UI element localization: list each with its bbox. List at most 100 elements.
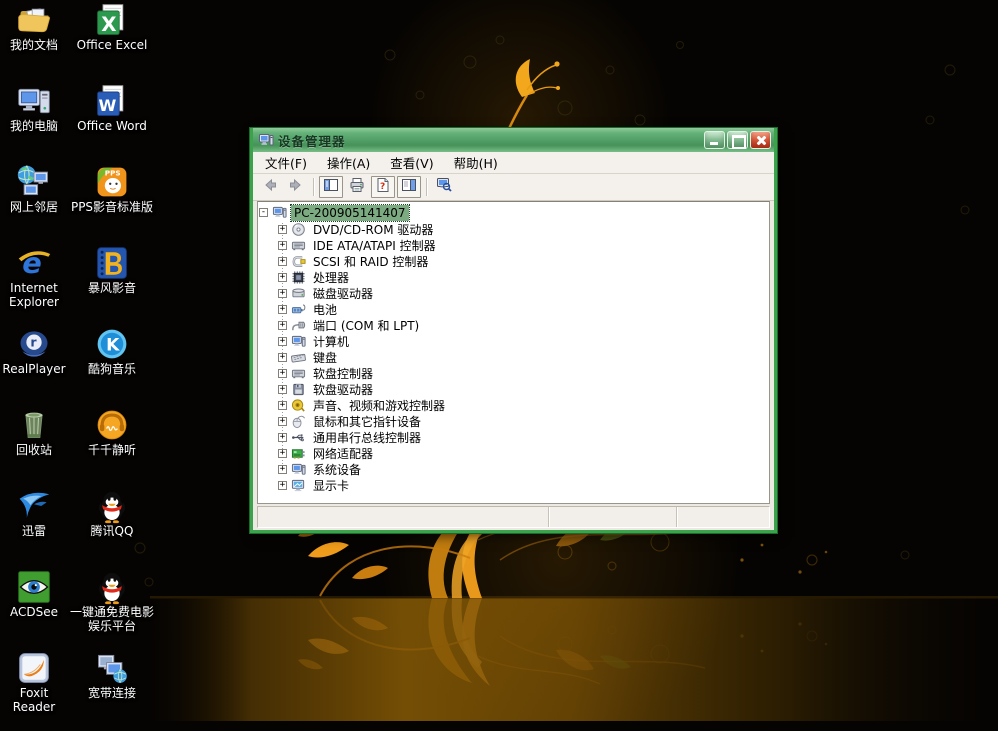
desktop-icon-my-documents[interactable]: 我的文档	[0, 2, 68, 83]
tree-expander[interactable]: +	[278, 353, 287, 362]
desktop-icon-realplayer[interactable]: rRealPlayer	[0, 326, 68, 407]
desktop-icon-thunder[interactable]: 迅雷	[0, 488, 68, 569]
desktop-icon-label: 迅雷	[22, 524, 46, 538]
desktop-icon-office-word[interactable]: WOffice Word	[70, 83, 154, 164]
desktop-icon-broadband[interactable]: 宽带连接	[70, 650, 154, 731]
svg-text:K: K	[106, 335, 120, 355]
maximize-button[interactable]	[727, 131, 748, 149]
close-button[interactable]	[750, 131, 771, 149]
desktop-icon-kugou[interactable]: K 酷狗音乐	[70, 326, 154, 407]
tree-expander[interactable]: +	[278, 417, 287, 426]
acdsee-icon	[15, 569, 53, 605]
window-titlebar[interactable]: 设备管理器	[253, 128, 774, 152]
tree-expander[interactable]: +	[278, 273, 287, 282]
desktop-icon-label: 我的电脑	[10, 119, 58, 133]
my-documents-icon	[15, 2, 53, 38]
tree-expander[interactable]: +	[278, 289, 287, 298]
desktop-icon-acdsee[interactable]: ACDSee	[0, 569, 68, 650]
tree-expander[interactable]: +	[278, 257, 287, 266]
back-arrow-icon	[262, 177, 278, 197]
print-button[interactable]	[345, 176, 369, 198]
desktop-icon-baofeng[interactable]: 暴风影音	[70, 245, 154, 326]
svg-text:?: ?	[380, 182, 385, 192]
desktop-icon-qianqian[interactable]: 千千静听	[70, 407, 154, 488]
desktop-icon-my-computer[interactable]: 我的电脑	[0, 83, 68, 164]
tree-expander[interactable]: +	[278, 465, 287, 474]
tree-item-icon	[291, 366, 306, 381]
back-arrow-button[interactable]	[258, 176, 282, 198]
pps-icon: PPS	[93, 164, 131, 200]
desktop-icon-label: ACDSee	[10, 605, 58, 619]
tree-expander[interactable]: +	[278, 305, 287, 314]
tree-item-icon	[291, 270, 306, 285]
my-computer-icon	[15, 83, 53, 119]
thunder-icon	[15, 488, 53, 524]
desktop-icon-yijiantong[interactable]: 一键通免费电影娱乐平台	[70, 569, 154, 650]
desktop-icon-label: PPS影音标准版	[71, 200, 153, 214]
tree-expander[interactable]: +	[278, 481, 287, 490]
tree-expander[interactable]: +	[278, 449, 287, 458]
show-console-tree-button[interactable]	[319, 176, 343, 198]
tree-item-icon	[291, 478, 306, 493]
tree-expander[interactable]: +	[278, 225, 287, 234]
window-title: 设备管理器	[278, 131, 702, 150]
desktop-icon-label: 一键通免费电影娱乐平台	[70, 605, 154, 633]
svg-text:r: r	[30, 335, 37, 350]
device-manager-window: 设备管理器 文件(F)操作(A)查看(V)帮助(H) ? -PC-2009051…	[250, 128, 777, 533]
tree-item-icon	[291, 414, 306, 429]
show-properties-button[interactable]	[397, 176, 421, 198]
desktop-icon-internet-explorer[interactable]: eInternet Explorer	[0, 245, 68, 326]
svg-text:W: W	[99, 96, 117, 115]
tree-expander[interactable]: +	[278, 385, 287, 394]
desktop-icon-office-excel[interactable]: X Office Excel	[70, 2, 154, 83]
scan-hardware-button[interactable]	[432, 176, 456, 198]
qq-icon	[93, 488, 131, 524]
show-console-tree-icon	[323, 177, 339, 197]
desktop-icons-column-1: 我的文档我的电脑网上邻居eInternet ExplorerrRealPlaye…	[0, 2, 68, 731]
desktop-icon-foxit-reader[interactable]: Foxit Reader	[0, 650, 68, 731]
tree-item-icon	[291, 382, 306, 397]
desktop-icon-network-places[interactable]: 网上邻居	[0, 164, 68, 245]
tree-expander[interactable]: +	[278, 337, 287, 346]
kugou-icon: K	[93, 326, 131, 362]
desktop-icon-qq[interactable]: 腾讯QQ	[70, 488, 154, 569]
status-segment-2	[549, 507, 677, 527]
scan-hardware-icon	[436, 177, 452, 197]
svg-text:X: X	[101, 13, 116, 36]
desktop-icon-label: 酷狗音乐	[88, 362, 136, 376]
tree-item-icon	[291, 430, 306, 445]
tree-item-icon	[291, 318, 306, 333]
tree-item-icon	[291, 334, 306, 349]
minimize-button[interactable]	[704, 131, 725, 149]
tree-expander[interactable]: -	[259, 208, 268, 217]
tree-item-icon	[291, 446, 306, 461]
tree-expander[interactable]: +	[278, 321, 287, 330]
desktop-icon-label: 我的文档	[10, 38, 58, 52]
desktop-icon-pps[interactable]: PPSPPS影音标准版	[70, 164, 154, 245]
tree-row-display-adapter[interactable]: +显示卡	[258, 477, 769, 493]
help-doc-button[interactable]: ?	[371, 176, 395, 198]
desktop-icon-label: 回收站	[16, 443, 52, 457]
window-controls	[702, 131, 771, 149]
menu-item-0[interactable]: 文件(F)	[255, 151, 317, 174]
help-doc-icon: ?	[375, 177, 391, 197]
tree-root-row[interactable]: -PC-200905141407	[258, 204, 769, 221]
desktop-icon-label: Internet Explorer	[0, 281, 68, 309]
desktop-icon-recycle-bin[interactable]: 回收站	[0, 407, 68, 488]
show-properties-icon	[401, 177, 417, 197]
desktop-icon-label: Office Excel	[77, 38, 148, 52]
menu-item-1[interactable]: 操作(A)	[317, 151, 380, 174]
desktop-icon-label: 暴风影音	[88, 281, 136, 295]
forward-arrow-button[interactable]	[284, 176, 308, 198]
tree-expander[interactable]: +	[278, 241, 287, 250]
menu-item-3[interactable]: 帮助(H)	[444, 151, 508, 174]
menu-item-2[interactable]: 查看(V)	[380, 151, 443, 174]
device-tree: -PC-200905141407+DVD/CD-ROM 驱动器+IDE ATA/…	[258, 204, 769, 493]
toolbar-separator	[313, 178, 314, 196]
tree-expander[interactable]: +	[278, 369, 287, 378]
office-word-icon: W	[93, 83, 131, 119]
toolbar-separator	[426, 178, 427, 196]
tree-expander[interactable]: +	[278, 401, 287, 410]
tree-expander[interactable]: +	[278, 433, 287, 442]
tree-item-icon	[291, 302, 306, 317]
